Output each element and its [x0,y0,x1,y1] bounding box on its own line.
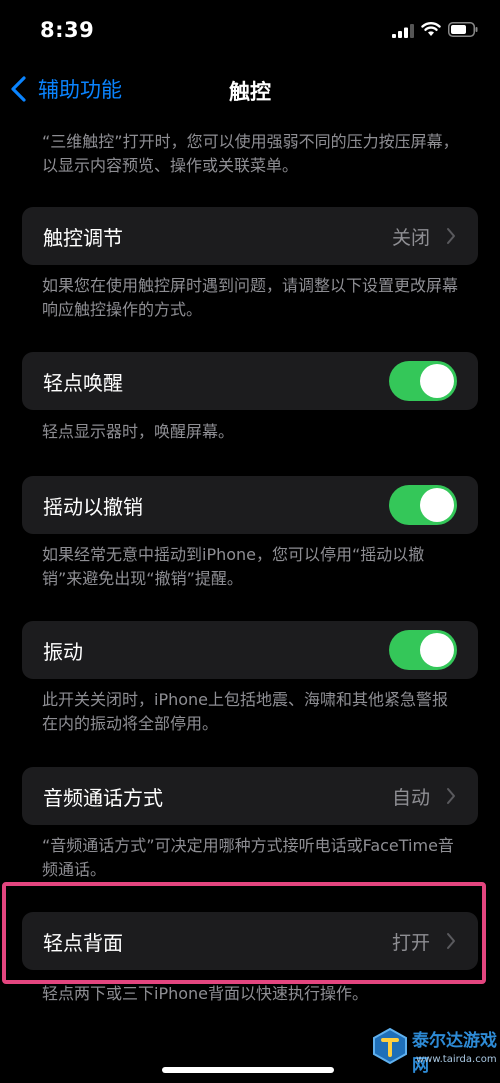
cellular-signal-icon [392,24,414,38]
status-time: 8:39 [40,18,95,42]
call-audio-routing-cell[interactable]: 音频通话方式 自动 [22,767,478,825]
cell-value: 自动 [391,787,430,809]
status-bar: 8:39 [0,0,500,62]
call-audio-routing-footer: “音频通话方式”可决定用哪种方式接听电话或FaceTime音频通话。 [42,836,454,879]
tap-to-wake-cell: 轻点唤醒 [22,352,478,410]
shake-to-undo-footer: 如果经常无意中摇动到iPhone，您可以停用“摇动以撤销”来避免出现“撤销”提醒… [42,545,425,588]
chevron-right-icon [447,228,455,244]
cell-label: 轻点唤醒 [43,371,123,395]
shake-to-undo-toggle[interactable] [389,485,457,525]
cell-label: 摇动以撤销 [43,495,143,519]
toggle-knob [420,633,454,667]
three-d-touch-footer: “三维触控”打开时，您可以使用强弱不同的压力按压屏幕，以显示内容预览、操作或关联… [42,132,459,175]
tap-to-wake-toggle[interactable] [389,361,457,401]
touch-accommodations-footer: 如果您在使用触控屏时遇到问题，请调整以下设置更改屏幕响应触控操作的方式。 [42,276,459,319]
wifi-icon [421,22,441,36]
navigation-bar: 辅助功能 触控 [0,62,500,118]
vibration-toggle[interactable] [389,630,457,670]
watermark-url: www.tairda.com [416,1054,497,1065]
vibration-cell: 振动 [22,621,478,679]
tap-to-wake-footer: 轻点显示器时，唤醒屏幕。 [42,422,235,441]
touch-accommodations-cell[interactable]: 触控调节 关闭 [22,207,478,265]
cell-label: 触控调节 [43,226,123,250]
vibration-footer: 此开关关闭时，iPhone上包括地震、海啸和其他紧急警报在内的振动将全部停用。 [42,690,449,733]
watermark: 泰尔达游戏网 www.tairda.com [370,1020,498,1080]
watermark-title: 泰尔达游戏网 [412,1031,497,1076]
cell-value: 关闭 [391,227,430,249]
cell-label: 音频通话方式 [43,786,163,810]
shake-to-undo-cell: 摇动以撤销 [22,476,478,534]
toggle-knob [420,488,454,522]
cell-label: 振动 [43,640,83,664]
chevron-right-icon [447,788,455,804]
toggle-knob [420,364,454,398]
back-tap-footer: 轻点两下或三下iPhone背面以快速执行操作。 [42,984,369,1003]
watermark-logo-icon [373,1027,407,1065]
highlight-box [2,882,486,984]
battery-icon [448,22,478,37]
page-title: 触控 [229,80,271,104]
home-indicator [162,1067,334,1073]
